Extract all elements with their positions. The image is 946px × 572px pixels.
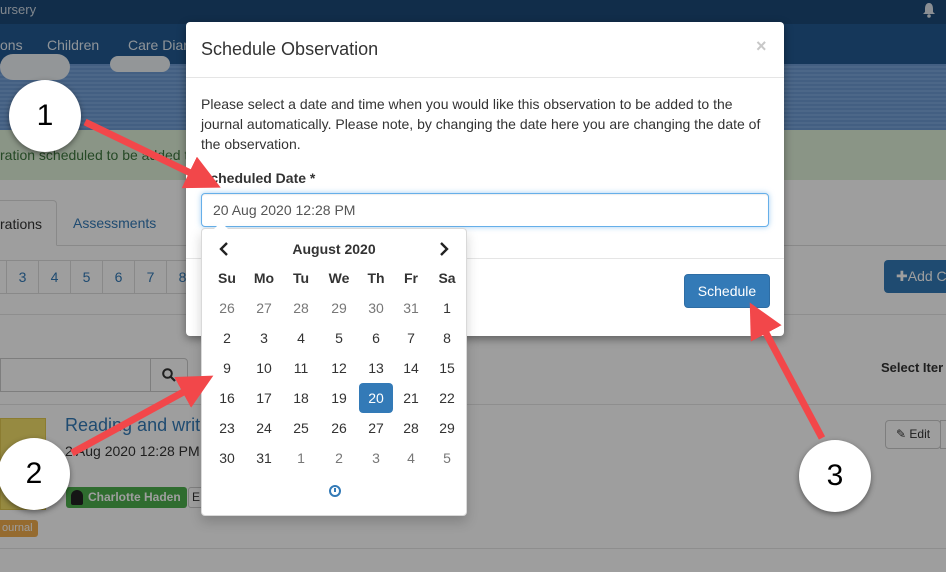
arrow-1 (83, 118, 221, 189)
callout-2: 2 (0, 438, 70, 510)
callout-1: 1 (9, 80, 81, 152)
callout-3: 3 (799, 440, 871, 512)
arrow-3 (749, 302, 826, 440)
arrow-2 (70, 375, 214, 457)
